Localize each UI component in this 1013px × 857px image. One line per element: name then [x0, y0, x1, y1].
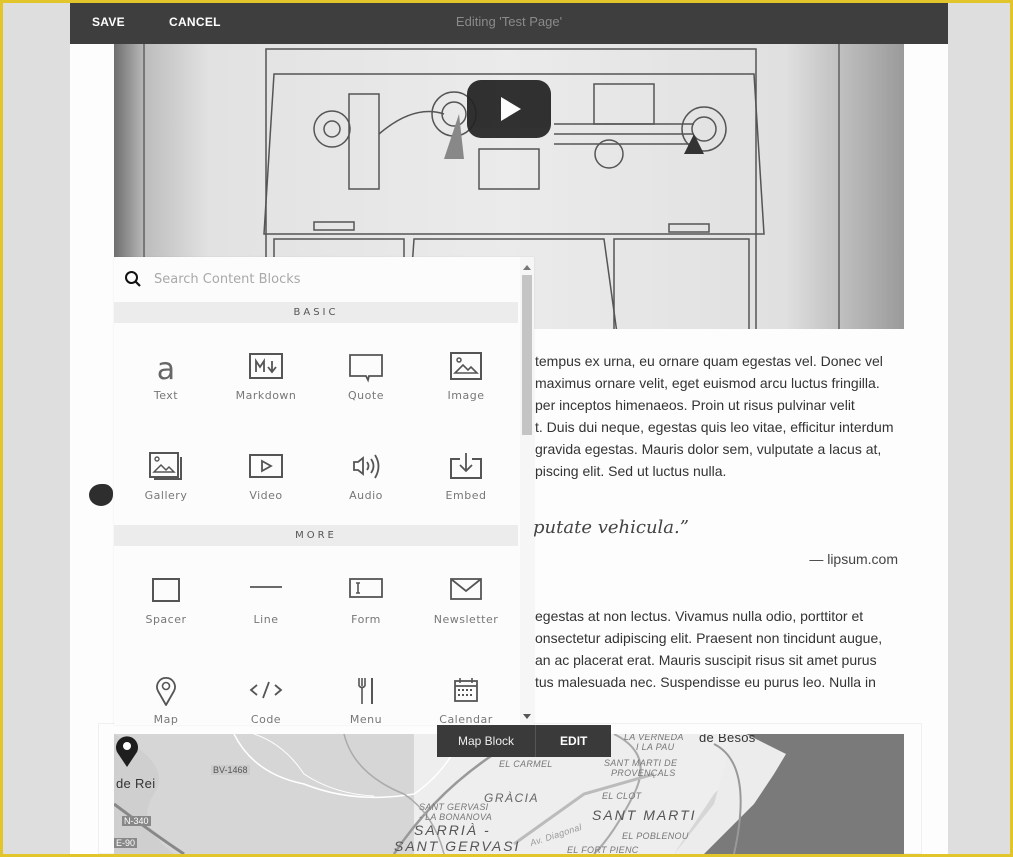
map-label: SANT MARTI: [592, 807, 697, 823]
paragraph-line: egestas at non lectus. Vivamus nulla odi…: [535, 608, 864, 624]
editor-toolbar: SAVE CANCEL Editing 'Test Page': [70, 3, 948, 44]
map-road-label: BV-1468: [211, 765, 250, 775]
map-label: I LA PAU: [636, 742, 675, 752]
block-label: Image: [447, 389, 485, 402]
newsletter-icon: [450, 578, 482, 600]
map-label: de Rei: [116, 776, 156, 791]
content-block-picker: BASIC a Text Markdown Quote: [114, 257, 534, 726]
map-road-label: N-340: [122, 816, 151, 826]
block-embed[interactable]: Embed: [416, 451, 516, 531]
block-label: Newsletter: [433, 613, 499, 626]
block-label: Audio: [349, 489, 383, 502]
block-gallery[interactable]: Gallery: [116, 451, 216, 531]
form-icon: [349, 578, 383, 598]
image-icon: [450, 352, 482, 380]
play-icon: [501, 97, 521, 121]
block-image[interactable]: Image: [416, 351, 516, 431]
map-label: SANT GERVASI: [419, 802, 489, 812]
paragraph-line: onsectetur adipiscing elit. Praesent non…: [535, 630, 883, 646]
body-paragraph-2: egestas at non lectus. Vivamus nulla odi…: [535, 605, 915, 693]
markdown-icon: [249, 353, 283, 379]
page-title: Editing 'Test Page': [455, 14, 563, 29]
picker-scrollbar[interactable]: [520, 257, 534, 725]
block-markdown[interactable]: Markdown: [216, 351, 316, 431]
paragraph-line: piscing elit. Sed ut luctus nulla.: [535, 463, 727, 479]
section-header-basic: BASIC: [114, 302, 518, 323]
block-label: Form: [351, 613, 381, 626]
block-map[interactable]: Map: [116, 675, 216, 755]
map-block-toolbar: Map Block EDIT: [437, 725, 612, 757]
paragraph-line: per inceptos himenaeos. Proin ut risus p…: [535, 397, 855, 413]
map-label: EL CARMEL: [499, 759, 553, 769]
block-label: Line: [253, 613, 279, 626]
map-label: EL CLOT: [602, 791, 642, 801]
map-label: LA VERNEDA: [624, 734, 684, 742]
map-label: PROVENÇALS: [611, 768, 676, 778]
block-video[interactable]: Video: [216, 451, 316, 531]
scroll-down-arrow-icon[interactable]: [523, 714, 531, 719]
embed-icon: [450, 453, 482, 479]
line-icon: [250, 586, 282, 588]
block-label: Map: [153, 713, 179, 726]
block-label: Menu: [349, 713, 383, 726]
block-label: Markdown: [235, 389, 297, 402]
search-content-blocks-input[interactable]: [154, 269, 494, 289]
block-menu[interactable]: Menu: [316, 675, 416, 755]
quote-icon: [349, 354, 383, 383]
block-line[interactable]: Line: [216, 575, 316, 655]
body-paragraph-1: tempus ex urna, eu ornare quam egestas v…: [535, 350, 915, 482]
play-button[interactable]: [467, 80, 551, 138]
search-icon: [125, 271, 141, 287]
paragraph-line: tempus ex urna, eu ornare quam egestas v…: [535, 353, 883, 369]
map-block-label: Map Block: [437, 725, 536, 757]
block-newsletter[interactable]: Newsletter: [416, 575, 516, 655]
text-icon: a: [157, 352, 175, 383]
block-form[interactable]: Form: [316, 575, 416, 655]
map-pin-icon: [156, 677, 176, 706]
menu-icon: [358, 678, 373, 704]
insert-point-handle[interactable]: [89, 484, 113, 506]
paragraph-line: gravida egestas. Mauris dolor sem, vulpu…: [535, 441, 882, 457]
quote-text: putate vehicula.”: [533, 517, 689, 538]
block-label: Embed: [445, 489, 487, 502]
code-icon: [249, 681, 283, 699]
block-label: Quote: [348, 389, 384, 402]
paragraph-line: tus malesuada nec. Suspendisse eu purus …: [535, 674, 876, 690]
search-row: [114, 257, 518, 301]
quote-source: — lipsum.com: [809, 551, 898, 567]
block-text[interactable]: a Text: [116, 351, 216, 431]
spacer-icon: [152, 578, 180, 602]
audio-icon: [353, 454, 380, 479]
block-label: Video: [249, 489, 283, 502]
block-label: Text: [153, 389, 179, 402]
block-code[interactable]: Code: [216, 675, 316, 755]
paragraph-line: an ac placerat erat. Mauris suscipit ris…: [535, 652, 877, 668]
paragraph-line: t. Duis dui neque, egestas quis leo vita…: [535, 419, 894, 435]
scrollbar-thumb[interactable]: [522, 275, 532, 435]
paragraph-line: maximus ornare velit, eget euismod arcu …: [535, 375, 880, 391]
block-audio[interactable]: Audio: [316, 451, 416, 531]
map-label: SANT MARTI DE: [604, 758, 678, 768]
svg-text:a: a: [157, 352, 175, 383]
scroll-up-arrow-icon[interactable]: [523, 265, 531, 270]
block-label: Gallery: [144, 489, 188, 502]
gallery-icon: [149, 452, 182, 480]
map-label: EL FORT PIENC: [567, 845, 639, 854]
map-label: EL POBLENOU: [622, 831, 689, 841]
block-label: Code: [250, 713, 282, 726]
map-label: GRÀCIA: [484, 791, 540, 805]
map-road-label: E-90: [114, 838, 138, 848]
block-label: Spacer: [145, 613, 187, 626]
edit-map-button[interactable]: EDIT: [535, 725, 612, 757]
map-label: de Besos: [699, 734, 756, 745]
block-spacer[interactable]: Spacer: [116, 575, 216, 655]
video-icon: [249, 454, 283, 478]
map-label: - LA BONANOVA: [419, 812, 493, 822]
map-label: SARRIÀ -: [414, 822, 491, 838]
calendar-icon: [454, 678, 478, 702]
block-quote[interactable]: Quote: [316, 351, 416, 431]
map-label: SANT GERVASI: [394, 838, 521, 854]
section-header-more: MORE: [114, 525, 518, 546]
